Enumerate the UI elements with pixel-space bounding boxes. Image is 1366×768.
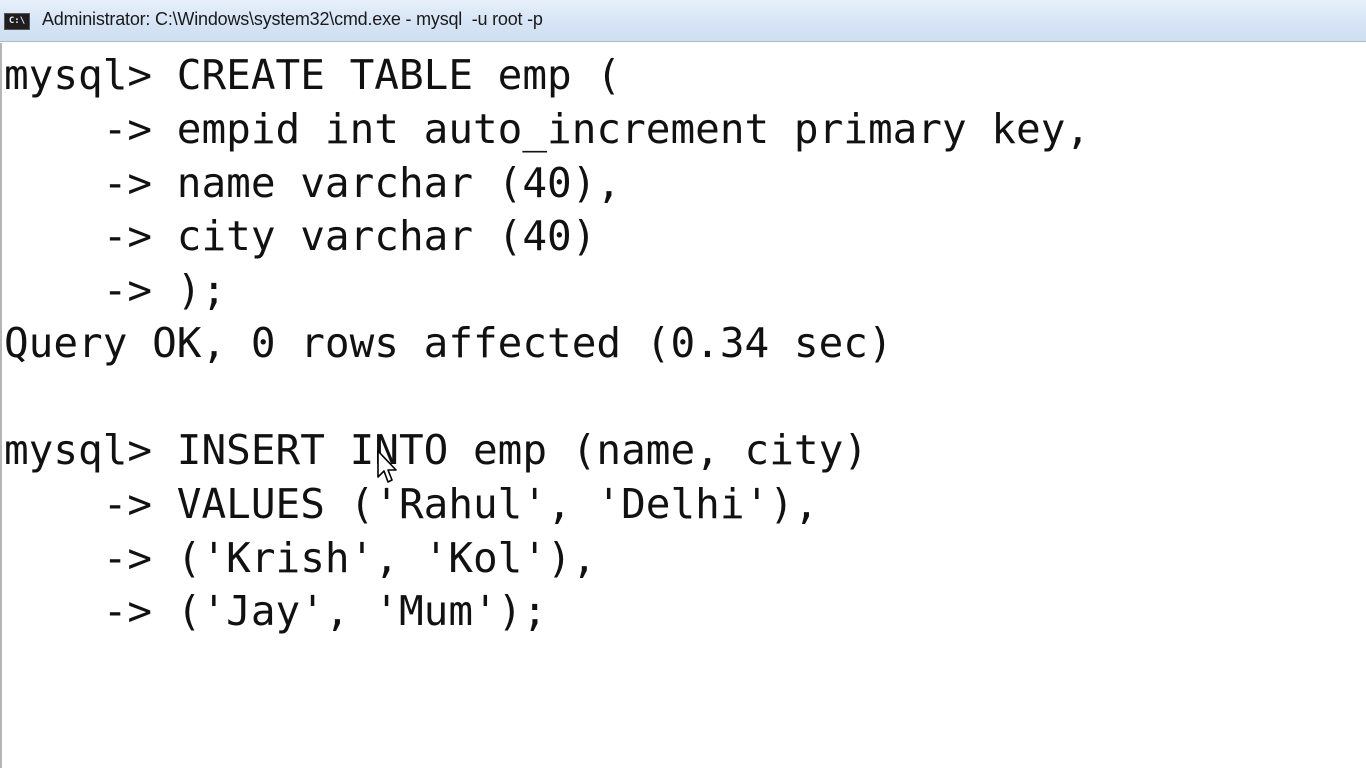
mouse-pointer-icon [377, 450, 397, 483]
console-line: -> VALUES ('Rahul', 'Delhi'), [4, 480, 819, 528]
console-output[interactable]: mysql> CREATE TABLE emp ( -> empid int a… [0, 43, 1366, 768]
console-line: mysql> CREATE TABLE emp ( [4, 51, 622, 99]
console-line: -> ('Krish', 'Kol'), [4, 534, 597, 582]
console-line: Query OK, 0 rows affected (0.34 sec) [4, 319, 893, 367]
console-line: -> empid int auto_increment primary key, [4, 105, 1091, 153]
console-line: -> ); [4, 266, 227, 314]
title-bar[interactable]: C:\ Administrator: C:\Windows\system32\c… [0, 0, 1366, 42]
window-title: Administrator: C:\Windows\system32\cmd.e… [42, 9, 543, 29]
console-line: -> ('Jay', 'Mum'); [4, 587, 548, 635]
console-icon[interactable]: C:\ [4, 13, 30, 30]
console-line: -> city varchar (40) [4, 212, 597, 260]
console-line: -> name varchar (40), [4, 159, 622, 207]
console-line: mysql> INSERT INTO emp (name, city) [4, 426, 868, 474]
command-prompt-window[interactable]: C:\ Administrator: C:\Windows\system32\c… [0, 0, 1366, 768]
